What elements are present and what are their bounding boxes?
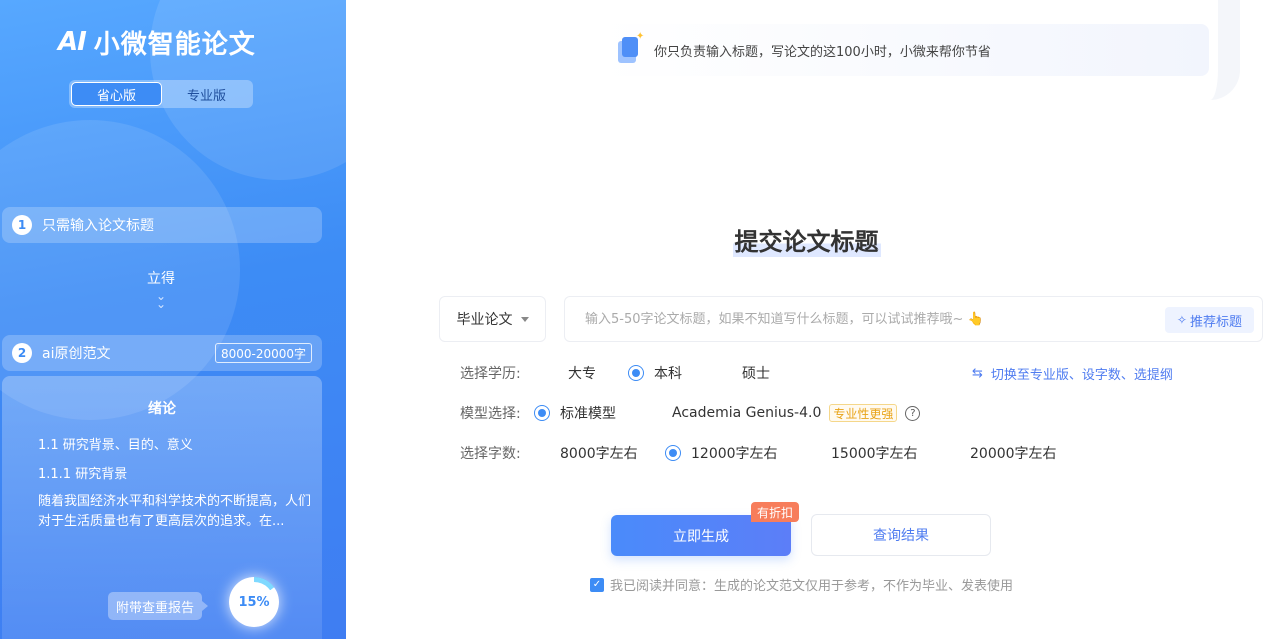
document-sparkle-icon: ✦: [616, 31, 644, 63]
option-label: 本科: [654, 366, 682, 382]
model-option-standard[interactable]: 标准模型: [534, 403, 646, 423]
paper-title-input[interactable]: [565, 297, 1145, 341]
radio-icon: [716, 365, 732, 381]
radio-icon: [944, 445, 960, 461]
agreement-text: 我已阅读并同意：生成的论文范文仅用于参考，不作为毕业、发表使用: [610, 579, 1014, 594]
education-option-associate[interactable]: 大专: [542, 363, 628, 383]
word-option-8000[interactable]: 8000字左右: [534, 443, 665, 463]
double-chevron-down-icon: ⌄ ⌄: [155, 289, 167, 311]
word-option-20000[interactable]: 20000字左右: [944, 443, 1057, 463]
switch-to-pro-link[interactable]: ⇆ 切换至专业版、设字数、选提纲: [972, 364, 1173, 383]
query-result-button[interactable]: 查询结果: [811, 514, 991, 556]
plagiarism-progress-ring: 15%: [229, 577, 279, 627]
help-icon[interactable]: ?: [905, 405, 921, 421]
model-row: 模型选择: 标准模型 Academia Genius-4.0 专业性更强 ?: [460, 402, 921, 424]
page-title: 提交论文标题: [0, 222, 1267, 257]
radio-checked-icon: [534, 405, 550, 421]
paper-type-value: 毕业论文: [456, 312, 513, 328]
recommend-title-button[interactable]: ✧ 推荐标题: [1164, 307, 1254, 333]
radio-icon: [805, 445, 821, 461]
radio-checked-icon: [628, 365, 644, 381]
model-label: 模型选择:: [460, 406, 521, 422]
discount-badge: 有折扣: [751, 502, 800, 522]
version-option-pro[interactable]: 专业版: [162, 82, 251, 106]
pro-badge: 专业性更强: [829, 404, 898, 422]
word-range-badge: 8000-20000字: [214, 343, 312, 363]
plagiarism-report-label: 附带查重报告: [108, 592, 208, 620]
education-option-bachelor[interactable]: 本科: [628, 363, 716, 383]
switch-link-label: 切换至专业版、设字数、选提纲: [990, 368, 1173, 383]
model-option-academia[interactable]: Academia Genius-4.0: [646, 405, 821, 421]
word-count-label: 选择字数:: [460, 446, 521, 462]
instant-label: 立得: [147, 271, 175, 287]
radio-icon: [542, 365, 558, 381]
education-option-master[interactable]: 硕士: [716, 363, 770, 383]
option-label: 大专: [568, 366, 596, 382]
sidebar: AI 小微智能论文 省心版 专业版 1 只需输入论文标题 立得 ⌄ ⌄ 2 ai原…: [0, 0, 346, 639]
word-count-row: 选择字数: 8000字左右 12000字左右 15000字左右 20000字左右: [460, 442, 1057, 464]
step-2: 2 ai原创范文 8000-20000字: [2, 335, 322, 371]
recommend-title-label: 推荐标题: [1189, 314, 1242, 330]
step-label: ai原创范文: [42, 346, 111, 362]
magic-wand-icon: ✧: [1176, 313, 1187, 327]
preview-subsection-line: 1.1.1 研究背景: [38, 467, 128, 482]
step-number: 2: [12, 343, 32, 363]
option-label: 20000字左右: [970, 446, 1057, 462]
option-label: Academia Genius-4.0: [672, 405, 822, 421]
option-label: 12000字左右: [691, 446, 778, 462]
radio-icon: [534, 445, 550, 461]
version-option-easy[interactable]: 省心版: [71, 82, 162, 106]
title-input-container: ✧ 推荐标题: [564, 296, 1263, 342]
word-option-15000[interactable]: 15000字左右: [805, 443, 944, 463]
radio-icon: [646, 405, 662, 421]
preview-section-line: 1.1 研究背景、目的、意义: [38, 438, 193, 453]
ai-logo-icon: AI: [58, 27, 87, 57]
paper-type-select[interactable]: 毕业论文: [439, 296, 546, 342]
education-label: 选择学历:: [460, 366, 521, 382]
word-option-12000[interactable]: 12000字左右: [665, 443, 805, 463]
agreement-checkbox[interactable]: ✓: [590, 577, 604, 592]
swap-icon: ⇆: [972, 366, 983, 381]
plagiarism-percent: 15%: [234, 582, 274, 622]
banner-text: 你只负责输入标题，写论文的这100小时，小微来帮你节省: [654, 44, 991, 60]
caret-down-icon: [520, 316, 529, 322]
option-label: 硕士: [742, 366, 770, 382]
education-row: 选择学历: 大专 本科 硕士: [460, 362, 770, 384]
option-label: 标准模型: [560, 406, 616, 422]
agreement-row: ✓ 我已阅读并同意：生成的论文范文仅用于参考，不作为毕业、发表使用: [590, 575, 1013, 594]
version-toggle: 省心版 专业版: [69, 80, 253, 108]
option-label: 8000字左右: [560, 446, 638, 462]
app-name: 小微智能论文: [93, 29, 256, 60]
app-logo: AI 小微智能论文: [58, 22, 256, 62]
promo-banner: ✦ 你只负责输入标题，写论文的这100小时，小微来帮你节省: [600, 24, 1209, 76]
radio-checked-icon: [665, 445, 681, 461]
page-title-text: 提交论文标题: [732, 222, 881, 257]
preview-paragraph: 随着我国经济水平和科学技术的不断提高，人们对于生活质量也有了更高层次的追求。在.…: [38, 494, 312, 529]
option-label: 15000字左右: [831, 446, 918, 462]
preview-heading: 绪论: [148, 401, 176, 417]
